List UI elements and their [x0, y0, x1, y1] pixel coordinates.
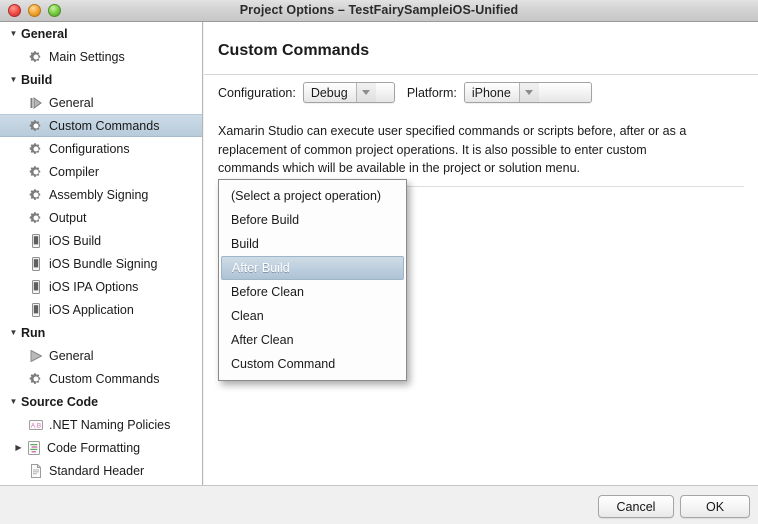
- sidebar-item-source-code[interactable]: ▼Source Code: [0, 390, 202, 413]
- disclosure-down-icon[interactable]: ▼: [8, 75, 19, 84]
- window-title: Project Options – TestFairySampleiOS-Uni…: [0, 0, 758, 21]
- platform-value: iPhone: [465, 83, 519, 102]
- menu-item[interactable]: Clean: [219, 304, 406, 328]
- sidebar-item-general[interactable]: ▼General: [0, 22, 202, 45]
- menu-item[interactable]: Before Clean: [219, 280, 406, 304]
- configuration-label: Configuration:: [218, 86, 296, 100]
- project-options-dialog: Project Options – TestFairySampleiOS-Uni…: [0, 0, 758, 524]
- sidebar-item-label: iOS Build: [49, 234, 101, 248]
- ok-button[interactable]: OK: [680, 495, 750, 518]
- sidebar-item-label: Custom Commands: [49, 372, 159, 386]
- sidebar-item-label: Code Formatting: [47, 441, 140, 455]
- sidebar-item-label: General: [21, 27, 68, 41]
- sidebar-item-main-settings[interactable]: Main Settings: [0, 45, 202, 68]
- disclosure-down-icon[interactable]: ▼: [8, 397, 19, 406]
- sidebar-item-general[interactable]: General: [0, 91, 202, 114]
- device-icon: [28, 256, 44, 272]
- platform-dropdown[interactable]: iPhone: [464, 82, 592, 103]
- sidebar-item-label: Output: [49, 211, 87, 225]
- sidebar-item-configurations[interactable]: Configurations: [0, 137, 202, 160]
- disclosure-right-icon[interactable]: ▶: [13, 443, 24, 452]
- code-format-icon: [26, 440, 42, 456]
- sidebar-item-label: Compiler: [49, 165, 99, 179]
- sidebar-item-compiler[interactable]: Compiler: [0, 160, 202, 183]
- gear-icon: [28, 210, 44, 226]
- sidebar-item-label: Source Code: [21, 395, 98, 409]
- chevron-down-icon: [519, 83, 539, 102]
- sidebar-item-label: Run: [21, 326, 45, 340]
- sidebar-item-build[interactable]: ▼Build: [0, 68, 202, 91]
- device-icon: [28, 233, 44, 249]
- menu-item[interactable]: After Build: [221, 256, 404, 280]
- device-icon: [28, 279, 44, 295]
- disclosure-down-icon[interactable]: ▼: [8, 328, 19, 337]
- sidebar-item-label: iOS IPA Options: [49, 280, 138, 294]
- page-title: Custom Commands: [218, 42, 369, 60]
- menu-item[interactable]: (Select a project operation): [219, 184, 406, 208]
- menu-item[interactable]: Custom Command: [219, 352, 406, 376]
- sidebar-item-code-formatting[interactable]: ▶ Code Formatting: [0, 436, 202, 459]
- document-icon: [28, 463, 44, 479]
- sidebar-item-net-naming-policies[interactable]: A.B .NET Naming Policies: [0, 413, 202, 436]
- sidebar-item-output[interactable]: Output: [0, 206, 202, 229]
- build-run-icon: [28, 95, 44, 111]
- options-content-pane: Custom Commands Configuration: Debug Pla…: [204, 22, 758, 485]
- sidebar-item-label: Assembly Signing: [49, 188, 148, 202]
- sidebar-item-ios-build[interactable]: iOS Build: [0, 229, 202, 252]
- gear-icon: [28, 164, 44, 180]
- sidebar-item-run[interactable]: ▼Run: [0, 321, 202, 344]
- title-divider: [204, 74, 758, 75]
- sidebar-item-label: General: [49, 96, 93, 110]
- gear-icon: [28, 118, 44, 134]
- sidebar-item-label: Build: [21, 73, 52, 87]
- device-icon: [28, 302, 44, 318]
- gear-icon: [28, 49, 44, 65]
- sidebar-item-label: iOS Bundle Signing: [49, 257, 157, 271]
- sidebar-item-assembly-signing[interactable]: Assembly Signing: [0, 183, 202, 206]
- sidebar-item-label: General: [49, 349, 93, 363]
- play-icon: [28, 348, 44, 364]
- project-operation-menu[interactable]: (Select a project operation)Before Build…: [218, 179, 407, 381]
- sidebar-item-label: Standard Header: [49, 464, 144, 478]
- sidebar-item-general[interactable]: General: [0, 344, 202, 367]
- platform-label: Platform:: [407, 86, 457, 100]
- cancel-button[interactable]: Cancel: [598, 495, 674, 518]
- configuration-dropdown[interactable]: Debug: [303, 82, 395, 103]
- chevron-down-icon: [356, 83, 376, 102]
- description-text: Xamarin Studio can execute user specifie…: [218, 122, 693, 178]
- sidebar-item-ios-ipa-options[interactable]: iOS IPA Options: [0, 275, 202, 298]
- dialog-footer: Cancel OK: [0, 485, 758, 524]
- sidebar-item-ios-bundle-signing[interactable]: iOS Bundle Signing: [0, 252, 202, 275]
- sidebar-item-label: Configurations: [49, 142, 130, 156]
- sidebar-item-ios-application[interactable]: iOS Application: [0, 298, 202, 321]
- gear-icon: [28, 141, 44, 157]
- gear-icon: [28, 371, 44, 387]
- gear-icon: [28, 187, 44, 203]
- naming-ab-icon: A.B: [28, 417, 44, 433]
- sidebar-item-custom-commands[interactable]: Custom Commands: [0, 367, 202, 390]
- svg-text:A.B: A.B: [31, 422, 41, 429]
- configuration-toolbar: Configuration: Debug Platform: iPhone: [218, 82, 592, 103]
- sidebar-item-label: iOS Application: [49, 303, 134, 317]
- sidebar-item-label: Custom Commands: [49, 119, 159, 133]
- menu-item[interactable]: After Clean: [219, 328, 406, 352]
- sidebar-item-label: .NET Naming Policies: [49, 418, 170, 432]
- configuration-value: Debug: [304, 83, 356, 102]
- disclosure-down-icon[interactable]: ▼: [8, 29, 19, 38]
- sidebar-item-label: Main Settings: [49, 50, 125, 64]
- window-titlebar: Project Options – TestFairySampleiOS-Uni…: [0, 0, 758, 22]
- sidebar-item-standard-header[interactable]: Standard Header: [0, 459, 202, 482]
- menu-item[interactable]: Build: [219, 232, 406, 256]
- sidebar-item-custom-commands[interactable]: Custom Commands: [0, 114, 202, 137]
- menu-item[interactable]: Before Build: [219, 208, 406, 232]
- options-sidebar[interactable]: ▼GeneralMain Settings▼BuildGeneralCustom…: [0, 22, 203, 485]
